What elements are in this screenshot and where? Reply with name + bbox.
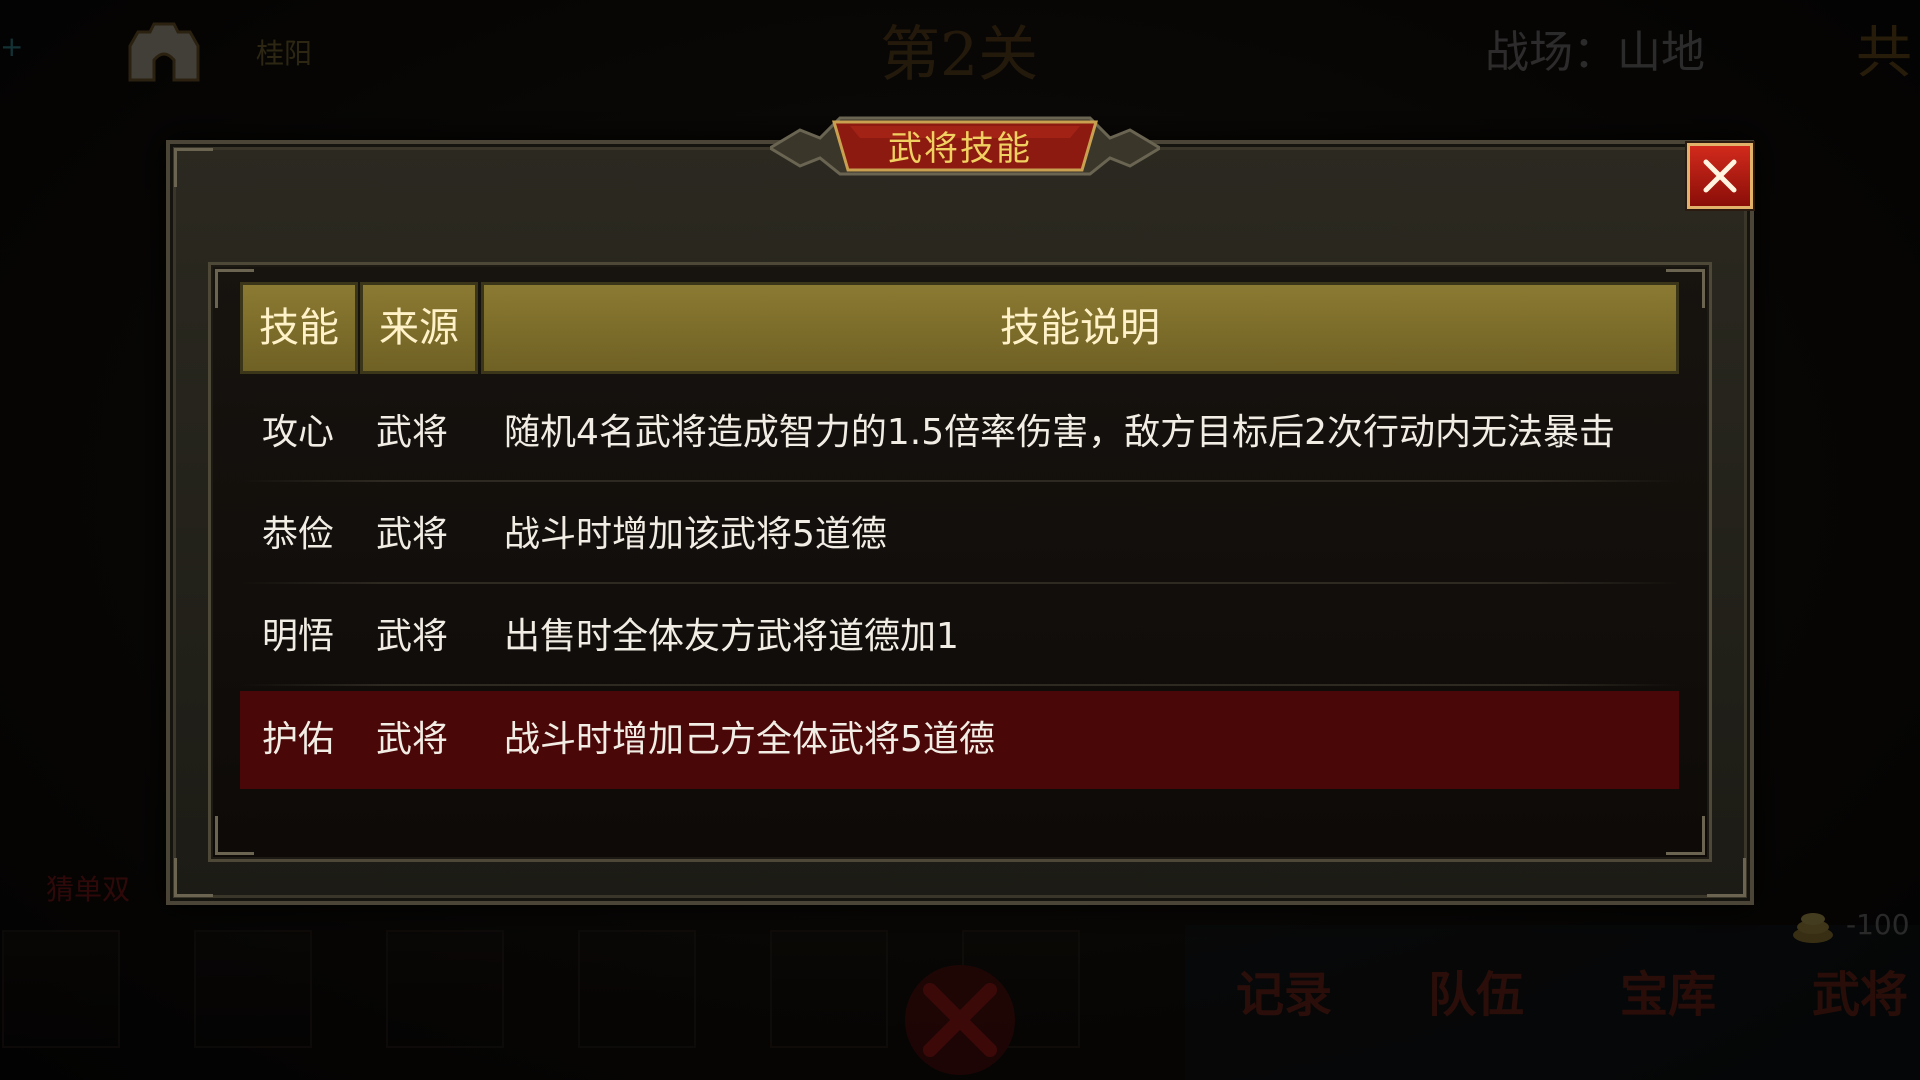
skill-row[interactable]: 恭俭 武将 战斗时增加该武将5道德 (240, 486, 1679, 584)
skill-row[interactable]: 攻心 武将 随机4名武将造成智力的1.5倍率伤害，敌方目标后2次行动内无法暴击 (240, 384, 1679, 482)
skill-name: 护佑 (262, 719, 335, 760)
column-header-description: 技能说明 (481, 282, 1679, 374)
row-divider (240, 684, 1679, 686)
close-button[interactable] (1687, 143, 1753, 209)
skill-description: 战斗时增加该武将5道德 (504, 514, 887, 555)
corner-ornament (174, 858, 213, 897)
skill-description: 随机4名武将造成智力的1.5倍率伤害，敌方目标后2次行动内无法暴击 (504, 412, 1616, 453)
row-divider (240, 582, 1679, 584)
skill-row[interactable]: 明悟 武将 出售时全体友方武将道德加1 (240, 588, 1679, 686)
skill-row-selected[interactable]: 护佑 武将 战斗时增加己方全体武将5道德 (240, 691, 1679, 789)
corner-ornament (1666, 816, 1705, 855)
skill-source: 武将 (376, 616, 449, 657)
game-screen: + 桂阳 第2关 战场：山地 共 猜单双 -100 记录 队伍 宝库 武将 武将… (0, 0, 1920, 1080)
corner-ornament (215, 816, 254, 855)
corner-ornament (1707, 858, 1746, 897)
row-divider (240, 480, 1679, 482)
skill-description: 出售时全体友方武将道德加1 (504, 616, 959, 657)
close-icon (1703, 159, 1737, 193)
skill-name: 恭俭 (262, 514, 335, 555)
column-header-source: 来源 (360, 282, 478, 374)
skill-source: 武将 (376, 514, 449, 555)
skill-description: 战斗时增加己方全体武将5道德 (504, 719, 995, 760)
corner-ornament (174, 148, 213, 187)
skill-source: 武将 (376, 412, 449, 453)
column-header-skill: 技能 (240, 282, 358, 374)
skill-name: 明悟 (262, 616, 335, 657)
dialog-title: 武将技能 (888, 129, 1032, 169)
skill-source: 武将 (376, 719, 449, 760)
skill-name: 攻心 (262, 412, 335, 453)
